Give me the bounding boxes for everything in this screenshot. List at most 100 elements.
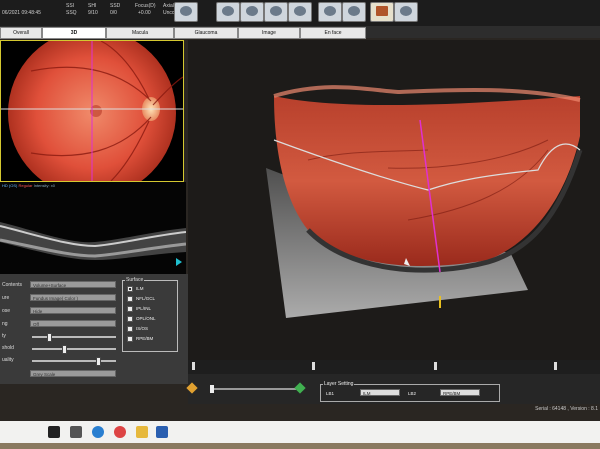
tab-en-face[interactable]: En face xyxy=(300,27,366,39)
slice-marker-3[interactable] xyxy=(434,362,437,370)
surface-group-title: Surface xyxy=(125,277,145,283)
toolbar-button-5[interactable] xyxy=(288,2,312,22)
control-label-close: ose xyxy=(2,308,11,314)
control-label-ng: ng xyxy=(2,321,8,327)
slice-marker-1[interactable] xyxy=(192,362,195,370)
slider-thumb-1[interactable] xyxy=(46,333,52,342)
checkbox[interactable] xyxy=(127,306,133,312)
slider-track-3 xyxy=(32,360,116,362)
surface-item-ipl-inl[interactable]: IPL/INL xyxy=(127,306,151,312)
toolbar-button-4[interactable] xyxy=(264,2,288,22)
rotation-slider-track xyxy=(210,388,296,390)
slider-track-1 xyxy=(32,336,116,338)
surface-item-label: ILM xyxy=(136,286,144,292)
eye-icon xyxy=(246,6,258,16)
tab-macula[interactable]: Macula xyxy=(106,27,174,39)
slider-track-2 xyxy=(32,348,116,350)
lb2-select[interactable]: RPE/BM xyxy=(440,389,480,396)
search-icon[interactable] xyxy=(48,426,60,438)
lb2-label: LB2 xyxy=(408,391,417,396)
toolbar-button-3[interactable] xyxy=(240,2,264,22)
bscan-eye: HD (OS) xyxy=(2,183,18,188)
tab-image[interactable]: Image xyxy=(238,27,300,39)
bscan-intensity: Intensity: x0 xyxy=(33,183,55,188)
toolbar-button-2[interactable] xyxy=(216,2,240,22)
surface-item-rpe-bm[interactable]: RPE/BM xyxy=(127,336,153,342)
status-label-shi: SHI xyxy=(88,3,97,9)
datetime: 06/2021 09:48:45 xyxy=(2,10,41,16)
surface-item-label: IS/OS xyxy=(136,326,149,332)
status-bar: 06/2021 09:48:45 SSI SSQ SHI 9/10 SSD 0/… xyxy=(0,0,600,26)
tab-overall[interactable]: Overall xyxy=(0,27,42,39)
status-label-ssd: SSD xyxy=(110,3,121,9)
status-value-focus: +0.00 xyxy=(138,10,151,16)
edge-icon[interactable] xyxy=(92,426,104,438)
control-label-ty: ty xyxy=(2,333,6,339)
cube-right-icon[interactable] xyxy=(294,382,306,394)
surface-item-label: OPL/ONL xyxy=(136,316,156,322)
status-value-shi: 9/10 xyxy=(88,10,98,16)
bscan-panel[interactable] xyxy=(0,182,187,274)
toolbar-button-6[interactable] xyxy=(318,2,342,22)
checkbox[interactable] xyxy=(127,336,133,342)
slice-marker-2[interactable] xyxy=(312,362,315,370)
slice-scrubber[interactable] xyxy=(188,360,600,374)
layer-setting-title: Layer Setting xyxy=(323,381,355,387)
status-label-focus: Focus(D) xyxy=(135,3,156,9)
settings-icon xyxy=(400,6,412,16)
surface-item-ilm[interactable]: ILM xyxy=(127,286,144,292)
tab-3d[interactable]: 3D xyxy=(42,27,106,39)
checkbox[interactable] xyxy=(127,286,133,292)
surface-item-nfl-gcl[interactable]: NFL/GCL xyxy=(127,296,155,302)
image-icon xyxy=(348,6,360,16)
file-explorer-icon[interactable] xyxy=(136,426,148,438)
control-label-quality: uality xyxy=(2,357,14,363)
toolbar-button-7[interactable] xyxy=(342,2,366,22)
bscan-image xyxy=(0,182,187,274)
chrome-icon[interactable] xyxy=(114,426,126,438)
bscan-mode: Regular xyxy=(18,183,33,188)
image-icon xyxy=(324,6,336,16)
toolbar-button-9[interactable] xyxy=(394,2,418,22)
contents-select[interactable]: Volume+Surface xyxy=(30,281,116,288)
slider-thumb-3[interactable] xyxy=(95,357,101,366)
slider-thumb-2[interactable] xyxy=(61,345,67,354)
fundus-image xyxy=(1,29,184,197)
checkbox[interactable] xyxy=(127,326,133,332)
windows-taskbar xyxy=(0,421,600,443)
eye-icon xyxy=(222,6,234,16)
control-label-contents: Contents xyxy=(2,282,23,288)
lb1-label: LB1 xyxy=(326,391,335,396)
tab-glaucoma[interactable]: Glaucoma xyxy=(174,27,238,39)
control-label-threshold: shold xyxy=(2,345,14,351)
task-view-icon[interactable] xyxy=(70,426,82,438)
status-value-ssi: SSQ xyxy=(66,10,77,16)
texture-select[interactable]: Fundus Image( Color ) xyxy=(30,294,116,301)
surface-item-is-os[interactable]: IS/OS xyxy=(127,326,148,332)
surface-item-opl-onl[interactable]: OPL/ONL xyxy=(127,316,156,322)
image-icon xyxy=(180,6,192,16)
ng-select[interactable]: Off xyxy=(30,320,116,327)
tab-bar: Overall 3D Macula Glaucoma Image En face xyxy=(0,26,600,39)
status-value-ssd: 0/0 xyxy=(110,10,117,16)
lb1-select[interactable]: ILM xyxy=(360,389,400,396)
close-select[interactable]: Hide xyxy=(30,307,116,314)
folder-icon xyxy=(376,6,388,16)
slice-marker-4[interactable] xyxy=(554,362,557,370)
3d-volume-viewport[interactable] xyxy=(188,40,600,360)
cube-left-icon[interactable] xyxy=(186,382,198,394)
eye-icon xyxy=(294,6,306,16)
surface-item-label: RPE/BM xyxy=(136,336,154,342)
checkbox[interactable] xyxy=(127,296,133,302)
eye-icon xyxy=(270,6,282,16)
toolbar-button-1[interactable] xyxy=(174,2,198,22)
app-icon[interactable] xyxy=(156,426,168,438)
fundus-image-panel[interactable] xyxy=(0,29,184,197)
surface-item-label: IPL/INL xyxy=(136,306,152,312)
rotation-slider-thumb[interactable] xyxy=(210,385,214,393)
colormap-select[interactable]: Grey Scale xyxy=(30,370,116,377)
toolbar-button-8[interactable] xyxy=(370,2,394,22)
checkbox[interactable] xyxy=(127,316,133,322)
monitor-bezel xyxy=(0,443,600,449)
surface-item-label: NFL/GCL xyxy=(136,296,156,302)
